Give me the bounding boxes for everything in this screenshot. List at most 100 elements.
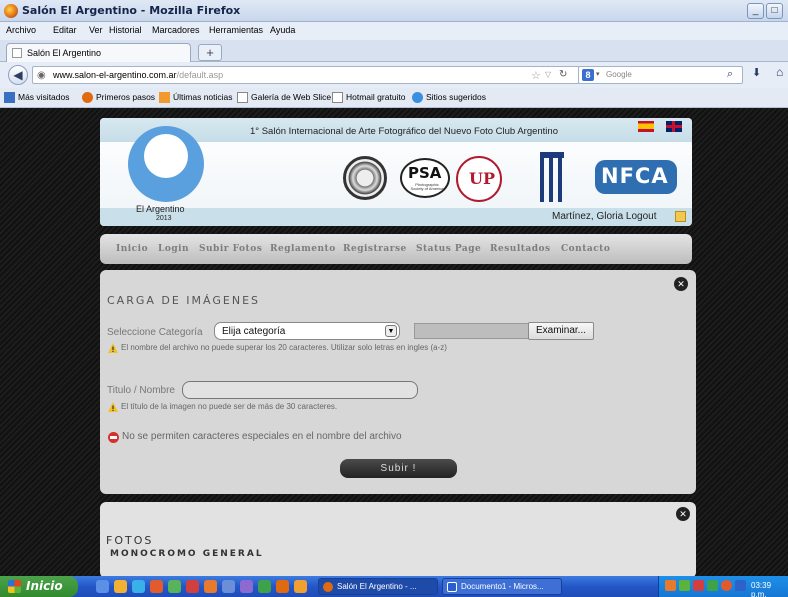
page-icon [237,92,248,103]
quicklaunch-icon[interactable] [186,580,199,593]
history-dropdown-icon[interactable]: ▽ [545,70,551,79]
nav-inicio[interactable]: Inicio [116,244,148,254]
navigation-bar: ◀ ◉ www.salon-el-argentino.com.ar/defaul… [0,62,788,88]
english-flag-icon[interactable] [666,121,682,132]
upload-heading: CARGA DE IMÁGENES [107,294,261,307]
tray-icon[interactable] [693,580,704,591]
word-icon [447,582,457,592]
url-bar[interactable]: ◉ www.salon-el-argentino.com.ar/default.… [32,66,580,84]
back-button[interactable]: ◀ [8,65,28,85]
seal-logo [343,156,387,200]
firefox-icon [82,92,93,103]
bookmark-ultimas-noticias[interactable]: Últimas noticias [173,92,233,102]
photos-panel [100,502,696,578]
nav-subir-fotos[interactable]: Subir Fotos [199,244,262,254]
chevron-down-icon[interactable]: ▾ [596,70,600,78]
browse-button[interactable]: Examinar... [528,322,594,340]
prohibited-icon [108,432,119,443]
up-logo: UP [456,156,502,202]
search-bar[interactable]: 8 ▾ Google ⌕ [578,66,743,84]
menu-editar[interactable]: Editar [53,25,77,35]
tray-icon[interactable] [665,580,676,591]
tray-icon[interactable] [721,580,732,591]
bookmark-mas-visitados[interactable]: Más visitados [18,92,70,102]
window-title-bar: Salón El Argentino - Mozilla Firefox _ □ [0,0,788,22]
menu-archivo[interactable]: Archivo [6,25,36,35]
home-icon[interactable]: ⌂ [776,65,783,79]
tray-icon[interactable] [735,580,746,591]
quicklaunch-icon[interactable] [150,580,163,593]
tab-strip: Salón El Argentino + [0,40,788,62]
site-header: 1° Salón Internacional de Arte Fotográfi… [100,118,692,226]
user-logout-link[interactable]: Martínez, Gloria Logout [552,211,657,222]
menu-ver[interactable]: Ver [89,25,103,35]
photos-heading: FOTOS [106,534,154,547]
maximize-button[interactable]: □ [766,3,783,19]
page-icon [12,48,22,58]
search-icon[interactable]: ⌕ [727,68,733,81]
search-placeholder: Google [606,70,632,79]
user-icon[interactable] [675,211,686,222]
taskbar-item-word[interactable]: Documento1 - Micros... [442,578,562,595]
ie-icon [412,92,423,103]
file-path-field[interactable] [414,323,529,339]
quicklaunch-icon[interactable] [240,580,253,593]
window-title: Salón El Argentino - Mozilla Firefox [22,4,241,17]
bookmark-star-icon[interactable]: ☆ [531,69,541,82]
logo-inner-circle [144,134,188,178]
quicklaunch-icon[interactable] [276,580,289,593]
menu-marcadores[interactable]: Marcadores [152,25,200,35]
quicklaunch-icon[interactable] [132,580,145,593]
special-chars-notice: No se permiten caracteres especiales en … [122,431,402,442]
logo-name: El Argentino [136,204,185,214]
chevron-down-icon[interactable]: ▼ [385,325,397,337]
bookmark-web-slice[interactable]: Galería de Web Slice [251,92,331,102]
quicklaunch-icon[interactable] [168,580,181,593]
submit-button[interactable]: Subir ! [340,459,457,478]
bookmark-icon [4,92,15,103]
nav-resultados[interactable]: Resultados [490,244,551,254]
firefox-icon [323,582,333,592]
warning-icon [108,402,118,412]
nav-login[interactable]: Login [158,244,189,254]
taskbar: Inicio Salón El Argentino - ... Document… [0,576,788,597]
menu-ayuda[interactable]: Ayuda [270,25,295,35]
menu-historial[interactable]: Historial [109,25,142,35]
start-button[interactable]: Inicio [0,576,78,597]
title-input[interactable] [182,381,418,399]
quicklaunch-icon[interactable] [114,580,127,593]
category-select[interactable]: Elija categoría ▼ [214,322,400,340]
quicklaunch-icon[interactable] [222,580,235,593]
quicklaunch-icon[interactable] [96,580,109,593]
nav-contacto[interactable]: Contacto [561,244,610,254]
menu-herramientas[interactable]: Herramientas [209,25,263,35]
new-tab-button[interactable]: + [198,44,222,61]
close-icon[interactable]: ✕ [674,277,688,291]
site-nav-menu: Inicio Login Subir Fotos Reglamento Regi… [100,234,692,264]
spanish-flag-icon[interactable] [638,121,654,132]
bookmark-sitios-sugeridos[interactable]: Sitios sugeridos [426,92,486,102]
close-icon[interactable]: ✕ [676,507,690,521]
nav-status-page[interactable]: Status Page [416,244,481,254]
nfca-logo: NFCA [595,160,677,194]
tray-icon[interactable] [679,580,690,591]
search-engine-icon[interactable]: 8 [582,69,594,81]
tray-icon[interactable] [707,580,718,591]
quicklaunch-icon[interactable] [258,580,271,593]
quicklaunch-icon[interactable] [294,580,307,593]
quicklaunch-icon[interactable] [204,580,217,593]
nav-reglamento[interactable]: Reglamento [270,244,336,254]
reload-icon[interactable]: ↻ [559,69,567,80]
minimize-button[interactable]: _ [747,3,764,19]
bookmark-hotmail[interactable]: Hotmail gratuito [346,92,406,102]
title-label: Titulo / Nombre [107,385,175,396]
tab-salon[interactable]: Salón El Argentino [6,43,191,62]
logo-year: 2013 [156,215,172,222]
download-icon[interactable]: ⬇ [752,66,761,79]
rss-icon [159,92,170,103]
bookmark-primeros-pasos[interactable]: Primeros pasos [96,92,155,102]
taskbar-item-firefox[interactable]: Salón El Argentino - ... [318,578,438,595]
nav-registrarse[interactable]: Registrarse [343,244,407,254]
category-label: Seleccione Categoría [107,327,203,338]
warning-icon [108,343,118,353]
